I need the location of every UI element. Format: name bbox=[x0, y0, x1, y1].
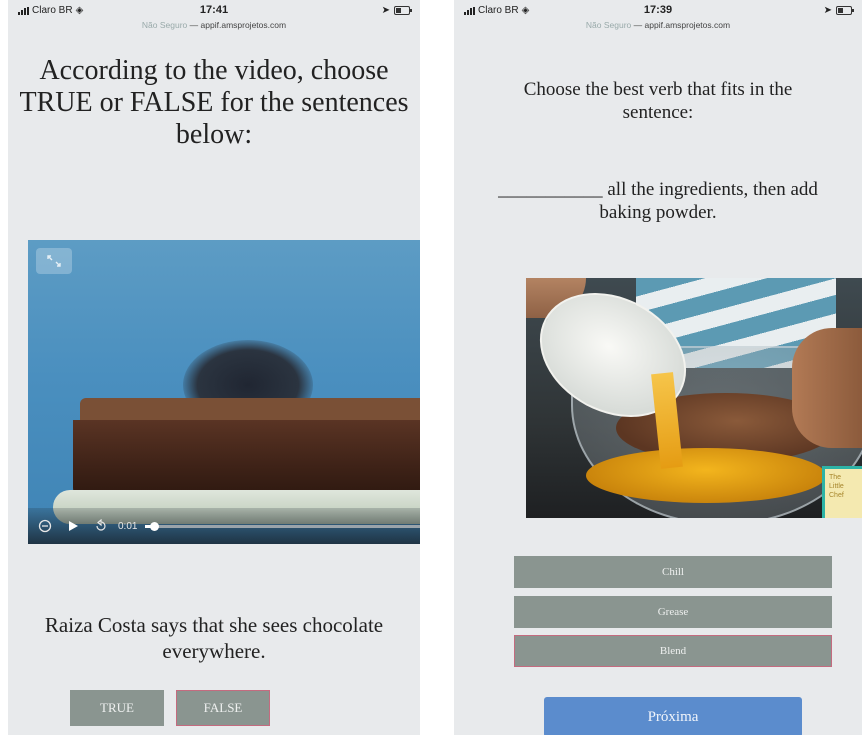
image-eggs bbox=[586, 448, 826, 503]
cake-body bbox=[73, 420, 420, 498]
url-separator: — bbox=[633, 20, 645, 30]
cc-icon[interactable] bbox=[34, 515, 56, 537]
status-time: 17:41 bbox=[199, 4, 229, 16]
question-title: According to the video, choose TRUE or F… bbox=[19, 55, 409, 150]
battery-icon bbox=[836, 6, 854, 15]
status-right: ➤ bbox=[823, 5, 854, 16]
play-icon[interactable] bbox=[62, 515, 84, 537]
statement-text: Raiza Costa says that she sees chocolate… bbox=[44, 613, 384, 663]
status-time: 17:39 bbox=[643, 4, 673, 16]
url-separator: — bbox=[189, 20, 201, 30]
question-title: Choose the best verb that fits in the se… bbox=[523, 79, 793, 123]
right-phone-screen: Claro BR ◈ 17:39 Não Seguro — appif.amsp… bbox=[454, 0, 862, 735]
url-text: appif.amsprojetos.com bbox=[644, 20, 731, 30]
video-progress-knob[interactable] bbox=[149, 521, 159, 531]
option-grease-button[interactable]: Grease bbox=[514, 596, 832, 628]
option-chill-button[interactable]: Chill bbox=[514, 556, 832, 588]
option-blend-button[interactable]: Blend bbox=[514, 635, 832, 667]
url-bar[interactable]: Não Seguro — appif.amsprojetos.com bbox=[454, 20, 862, 30]
status-bar: Claro BR ◈ 17:41 Não Seguro — appif.amsp… bbox=[8, 0, 420, 44]
location-icon: ➤ bbox=[381, 5, 390, 16]
video-player[interactable]: 0:01 bbox=[28, 240, 420, 544]
site-security-hint: Não Seguro bbox=[585, 20, 632, 30]
status-bar: Claro BR ◈ 17:39 Não Seguro — appif.amsp… bbox=[454, 0, 862, 44]
battery-icon bbox=[394, 6, 412, 15]
url-bar[interactable]: Não Seguro — appif.amsprojetos.com bbox=[8, 20, 420, 30]
true-button[interactable]: TRUE bbox=[70, 690, 164, 726]
replay-icon[interactable] bbox=[90, 515, 112, 537]
false-button[interactable]: FALSE bbox=[176, 690, 270, 726]
left-phone-screen: Claro BR ◈ 17:41 Não Seguro — appif.amsp… bbox=[8, 0, 420, 735]
video-controls: 0:01 bbox=[28, 508, 420, 544]
status-right: ➤ bbox=[381, 5, 412, 16]
location-icon: ➤ bbox=[823, 5, 832, 16]
mixing-bowl-image: The Little Chef bbox=[526, 278, 862, 518]
video-elapsed-time: 0:01 bbox=[118, 520, 138, 532]
next-button[interactable]: Próxima bbox=[544, 697, 802, 735]
video-progress-bar[interactable] bbox=[145, 521, 420, 531]
little-chef-logo: The Little Chef bbox=[822, 466, 862, 518]
expand-icon[interactable] bbox=[36, 248, 72, 274]
fill-in-sentence: ___________ all the ingredients, then ad… bbox=[498, 179, 818, 223]
image-hand-right bbox=[792, 328, 862, 448]
url-text: appif.amsprojetos.com bbox=[200, 20, 287, 30]
site-security-hint: Não Seguro bbox=[141, 20, 188, 30]
